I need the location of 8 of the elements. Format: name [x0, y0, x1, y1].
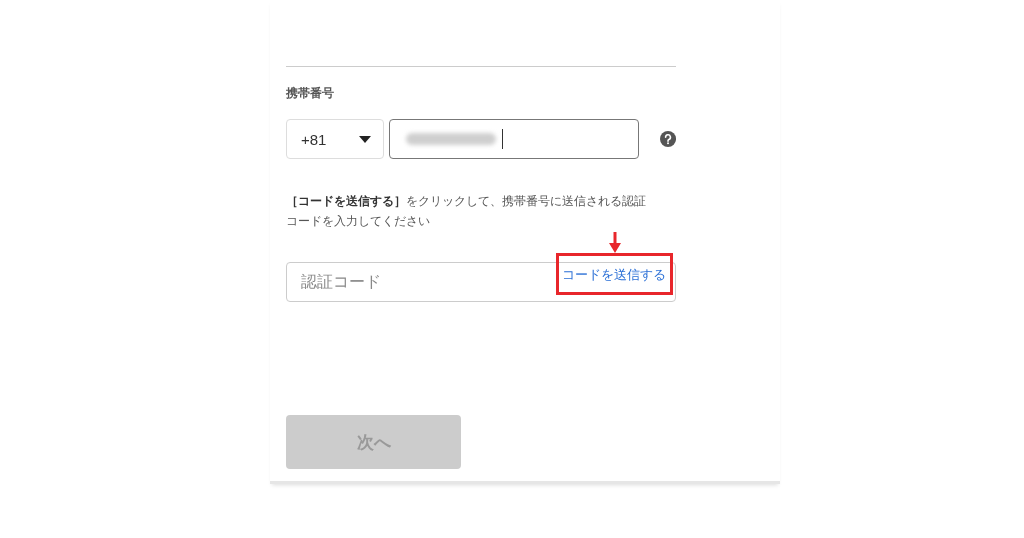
instruction-text: ［コードを送信する］をクリックして、携帯番号に送信される認証コードを入力してください [286, 193, 647, 230]
help-icon[interactable] [659, 130, 676, 148]
send-code-link[interactable]: コードを送信する [562, 266, 666, 284]
caret-icon [359, 135, 372, 143]
country-code-dropdown[interactable]: +81 [286, 119, 385, 159]
down-arrow-icon [609, 232, 621, 253]
phone-number-field[interactable] [389, 119, 639, 159]
field-label: 携帯番号 [286, 85, 335, 102]
